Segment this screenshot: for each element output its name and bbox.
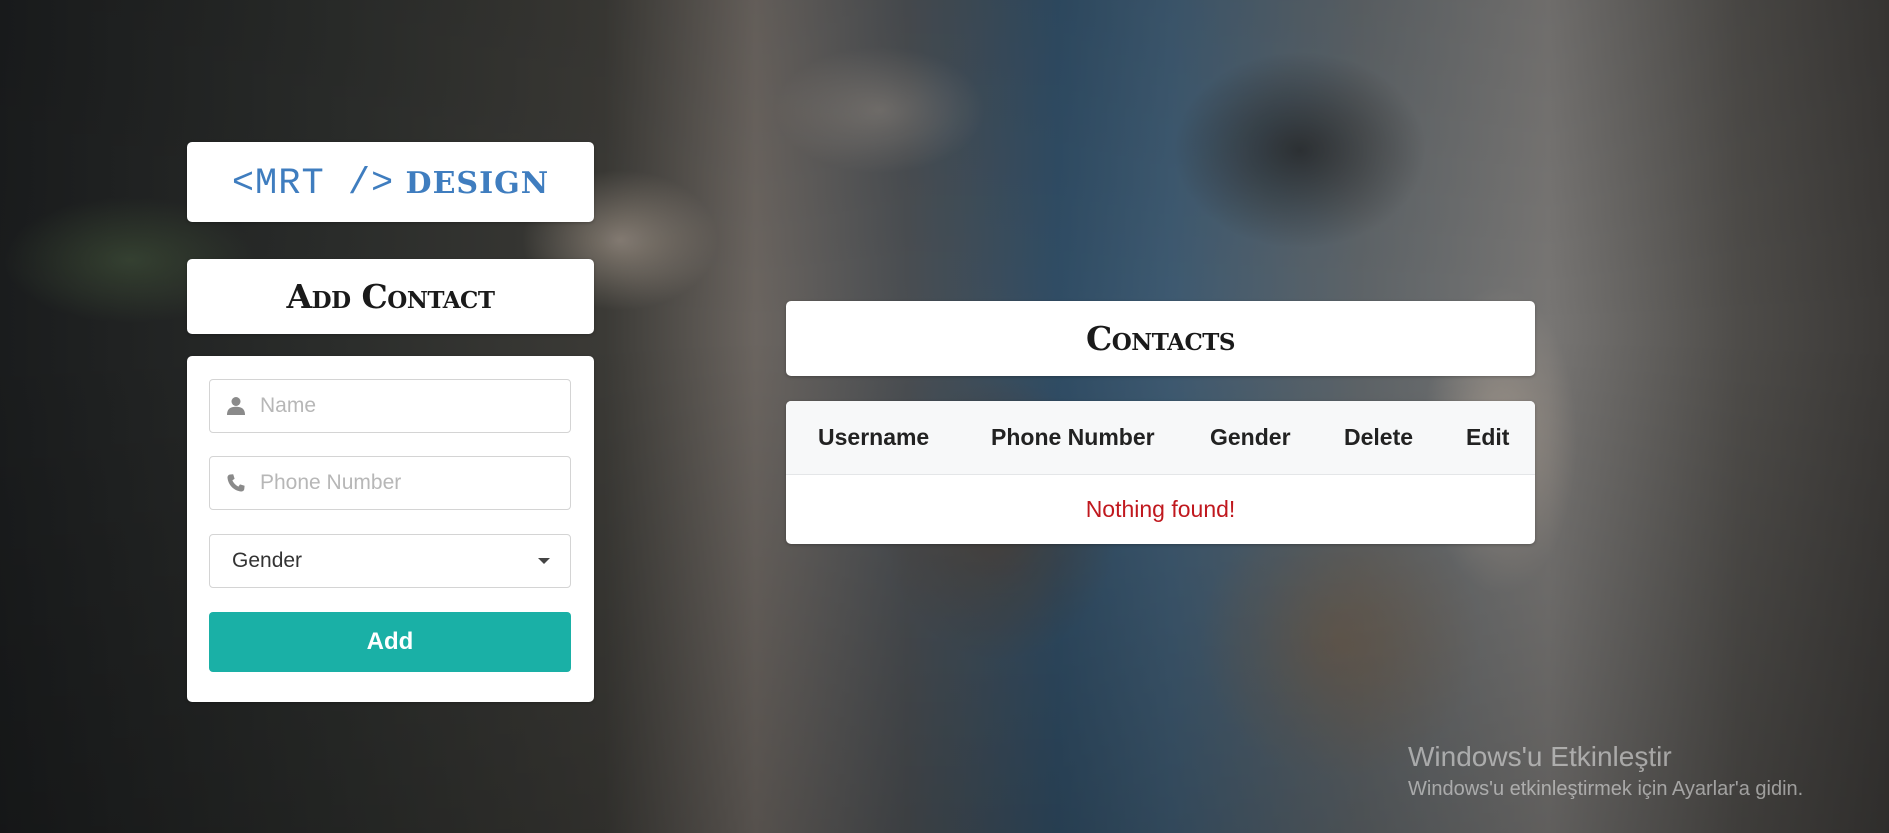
column-header-edit: Edit	[1466, 424, 1510, 450]
watermark-title: Windows'u Etkinleştir	[1408, 741, 1672, 772]
gender-select[interactable]: Gender	[209, 534, 571, 588]
contacts-table: Username Phone Number Gender Delete Edit…	[786, 401, 1535, 544]
watermark-subtitle: Windows'u etkinleştirmek için Ayarlar'a …	[1408, 778, 1804, 800]
add-button[interactable]: Add	[209, 612, 571, 672]
contacts-header: Contacts	[786, 301, 1535, 376]
caret-down-icon	[538, 558, 550, 564]
logo[interactable]: <MRT /> DESIGN	[232, 160, 549, 205]
windows-activation-watermark: Windows'u Etkinleştir Windows'u etkinleş…	[1408, 740, 1803, 804]
empty-table-message: Nothing found!	[1085, 496, 1236, 522]
add-contact-title: Add Contact	[286, 277, 495, 316]
phone-input[interactable]	[260, 471, 550, 495]
name-field[interactable]	[209, 379, 571, 433]
user-icon	[226, 396, 260, 416]
add-contact-form: Gender Add	[187, 356, 594, 702]
logo-design: DESIGN	[405, 165, 550, 201]
column-header-delete: Delete	[1344, 424, 1414, 450]
logo-code: <MRT />	[231, 162, 395, 205]
column-header-phone-number: Phone Number	[991, 424, 1155, 450]
name-input[interactable]	[260, 394, 550, 418]
logo-card: <MRT /> DESIGN	[187, 142, 594, 222]
phone-icon	[226, 473, 260, 493]
column-header-username: Username	[818, 424, 930, 450]
column-header-gender: Gender	[1210, 424, 1291, 450]
phone-field[interactable]	[209, 456, 571, 510]
add-contact-header: Add Contact	[187, 259, 594, 334]
contacts-title: Contacts	[1085, 319, 1236, 358]
gender-select-value: Gender	[232, 549, 303, 572]
table-header: Username Phone Number Gender Delete Edit	[786, 401, 1535, 475]
